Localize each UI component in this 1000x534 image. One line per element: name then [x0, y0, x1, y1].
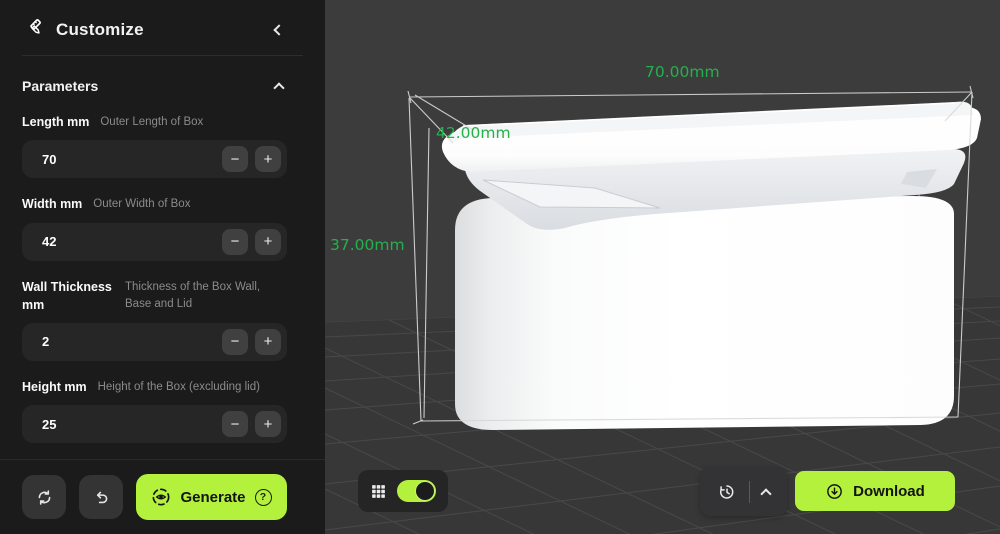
param-description: Outer Length of Box [100, 116, 204, 128]
toggle-knob [416, 482, 434, 500]
collapse-section-icon [273, 82, 285, 94]
param-group-wall-thickness: Wall Thickness mm Thickness of the Box W… [22, 278, 287, 361]
generate-scan-eye-icon [152, 488, 170, 506]
param-description: Height of the Box (excluding lid) [97, 380, 260, 393]
width-decrement-button[interactable]: − [222, 228, 248, 255]
3d-viewport: 70.00mm 42.00mm 37.00mm Download [325, 0, 1000, 534]
height-input[interactable] [42, 416, 215, 432]
width-increment-button[interactable]: + [255, 228, 281, 255]
height-increment-button[interactable]: + [255, 411, 281, 437]
download-icon [827, 483, 843, 499]
param-group-width: Width mm Outer Width of Box − + [22, 195, 287, 261]
customize-icon [22, 16, 44, 43]
page-title: Customize [56, 19, 144, 39]
height-input-wrap: − + [22, 405, 287, 443]
generate-label: Generate [180, 488, 246, 506]
wall-thickness-input-wrap: − + [22, 322, 287, 361]
expand-up-icon [760, 487, 772, 500]
grid-icon [372, 484, 385, 498]
length-input[interactable] [42, 151, 215, 167]
wall-thickness-input[interactable] [42, 334, 215, 350]
app-window: Customize Parameters Length mm Outer Len… [0, 0, 1000, 534]
width-input-wrap: − + [22, 222, 287, 261]
wall-thickness-decrement-button[interactable]: − [222, 328, 248, 355]
history-icon [719, 484, 734, 499]
grid-toggle-pill [358, 470, 448, 512]
collapse-panel-icon [273, 23, 285, 36]
param-group-length: Length mm Outer Length of Box − + [22, 113, 287, 179]
sidebar-action-bar: Generate ? [0, 460, 325, 534]
customize-sidebar: Customize Parameters Length mm Outer Len… [0, 0, 325, 534]
param-description: Thickness of the Box Wall, Base and Lid [125, 280, 261, 310]
history-button[interactable] [713, 478, 741, 506]
width-input[interactable] [42, 234, 215, 249]
undo-button[interactable] [79, 475, 123, 519]
refresh-icon [38, 489, 50, 505]
param-name: Height mm [22, 379, 87, 394]
param-name: Length mm [22, 115, 90, 129]
param-name: Width mm [22, 197, 83, 212]
height-decrement-button[interactable]: − [222, 411, 248, 437]
length-increment-button[interactable]: + [255, 146, 281, 173]
parameters-title: Parameters [22, 78, 99, 94]
generate-button[interactable]: Generate ? [136, 474, 287, 520]
wall-thickness-increment-button[interactable]: + [255, 328, 281, 355]
history-pill [700, 467, 787, 516]
download-label: Download [853, 482, 925, 500]
box-body[interactable] [455, 196, 954, 430]
grid-toggle-switch[interactable] [397, 480, 436, 502]
pill-divider [749, 480, 750, 503]
help-icon[interactable]: ? [254, 488, 272, 506]
collapse-parameters-button[interactable] [271, 76, 287, 96]
parameters-panel: Parameters Length mm Outer Length of Box… [0, 56, 325, 459]
expand-history-button[interactable] [758, 482, 774, 502]
sidebar-header: Customize [0, 0, 325, 55]
param-name: Wall Thickness mm [22, 279, 112, 312]
length-decrement-button[interactable]: − [222, 146, 248, 173]
download-button[interactable]: Download [795, 471, 955, 511]
3d-viewport-canvas[interactable] [325, 0, 1000, 534]
length-input-wrap: − + [22, 140, 287, 179]
param-group-height: Height mm Height of the Box (excluding l… [22, 378, 287, 443]
collapse-sidebar-button[interactable] [271, 22, 287, 38]
parameters-header: Parameters [22, 76, 287, 96]
param-description: Outer Width of Box [93, 198, 191, 211]
refresh-button[interactable] [22, 475, 66, 519]
undo-icon [96, 491, 107, 503]
